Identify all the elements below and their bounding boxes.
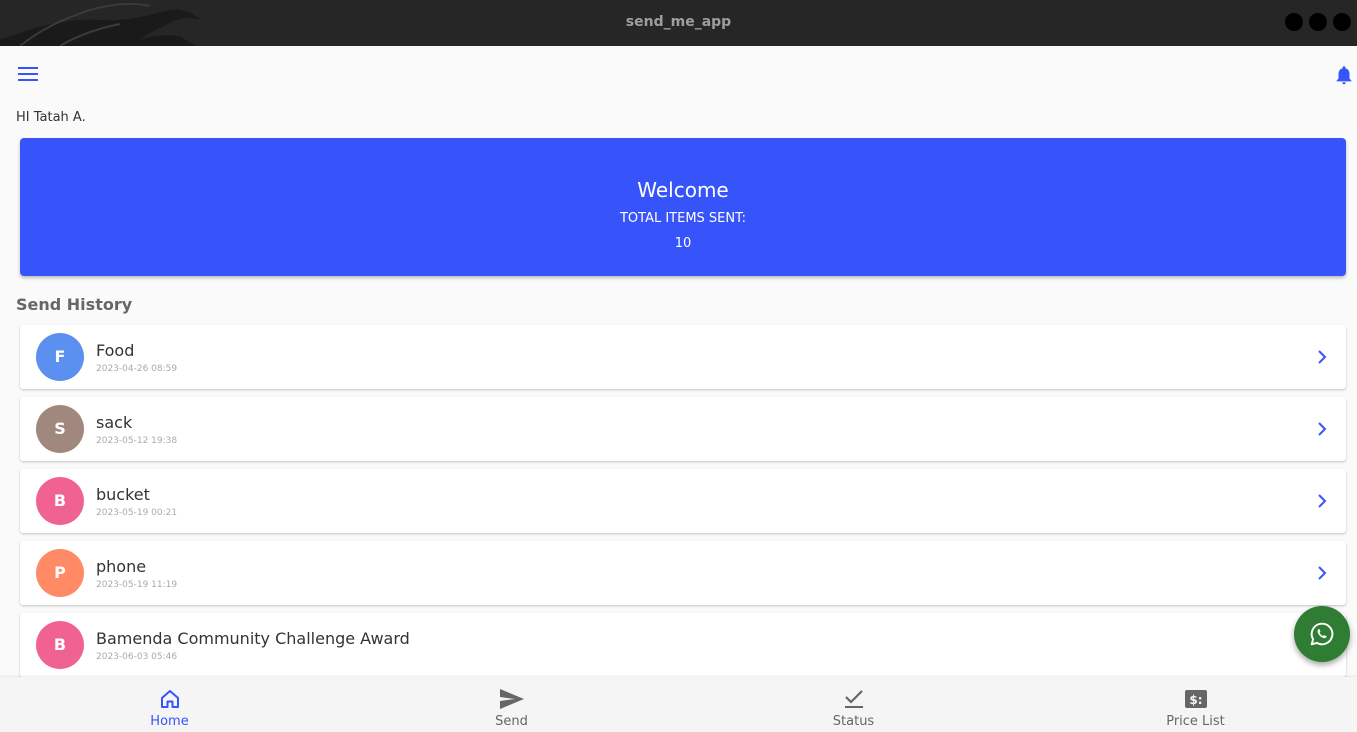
whatsapp-icon — [1310, 622, 1334, 646]
nav-price-list[interactable]: $: Price List — [1026, 677, 1357, 732]
history-item[interactable]: P phone 2023-05-19 11:19 — [20, 541, 1346, 605]
item-name: bucket — [96, 485, 150, 504]
home-icon — [160, 690, 179, 708]
welcome-card: Welcome TOTAL ITEMS SENT: 10 — [20, 138, 1346, 276]
item-date: 2023-06-03 05:46 — [96, 652, 178, 662]
svg-text:$:: $: — [1189, 693, 1202, 707]
bottom-navigation: Home Send Status $: Price List — [0, 677, 1357, 732]
item-name: phone — [96, 557, 147, 576]
avatar: S — [36, 405, 84, 453]
window-title: send_me_app — [625, 14, 732, 30]
greeting-text: HI Tatah A. — [16, 110, 86, 125]
nav-send[interactable]: Send — [342, 677, 681, 732]
item-date: 2023-05-19 00:21 — [96, 508, 178, 518]
avatar: P — [36, 549, 84, 597]
check-icon — [844, 690, 863, 708]
maximize-button[interactable] — [1309, 13, 1327, 31]
minimize-button[interactable] — [1285, 13, 1303, 31]
bell-icon[interactable] — [1333, 64, 1355, 86]
history-item[interactable]: B bucket 2023-05-19 00:21 — [20, 469, 1346, 533]
total-items-count: 10 — [674, 236, 692, 251]
menu-icon[interactable] — [18, 66, 38, 82]
chevron-right-icon — [1318, 566, 1327, 580]
item-date: 2023-05-19 11:19 — [96, 580, 178, 590]
nav-status-label: Status — [832, 714, 875, 729]
chevron-right-icon — [1318, 422, 1327, 436]
nav-price-list-label: Price List — [1166, 714, 1225, 729]
window-titlebar: send_me_app — [0, 0, 1357, 46]
avatar: F — [36, 333, 84, 381]
app-bar — [0, 46, 1357, 102]
nav-home[interactable]: Home — [0, 677, 339, 732]
avatar: B — [36, 477, 84, 525]
nav-home-label: Home — [150, 714, 189, 729]
price-list-icon: $: — [1184, 690, 1207, 708]
welcome-title: Welcome — [637, 178, 729, 202]
history-item[interactable]: F Food 2023-04-26 08:59 — [20, 325, 1346, 389]
item-name: sack — [96, 413, 133, 432]
item-date: 2023-05-12 19:38 — [96, 436, 178, 446]
nav-status[interactable]: Status — [684, 677, 1023, 732]
chevron-right-icon — [1318, 350, 1327, 364]
chevron-right-icon — [1318, 494, 1327, 508]
avatar: B — [36, 621, 84, 669]
whatsapp-button[interactable] — [1294, 606, 1350, 662]
item-name: Food — [96, 341, 135, 360]
send-icon — [499, 689, 524, 709]
window-controls — [1285, 13, 1351, 31]
history-item[interactable]: S sack 2023-05-12 19:38 — [20, 397, 1346, 461]
close-button[interactable] — [1333, 13, 1351, 31]
total-items-label: TOTAL ITEMS SENT: — [619, 211, 747, 226]
send-history-title: Send History — [16, 295, 133, 314]
nav-send-label: Send — [495, 714, 528, 729]
history-item[interactable]: B Bamenda Community Challenge Award 2023… — [20, 613, 1346, 677]
item-date: 2023-04-26 08:59 — [96, 364, 178, 374]
item-name: Bamenda Community Challenge Award — [96, 629, 410, 648]
